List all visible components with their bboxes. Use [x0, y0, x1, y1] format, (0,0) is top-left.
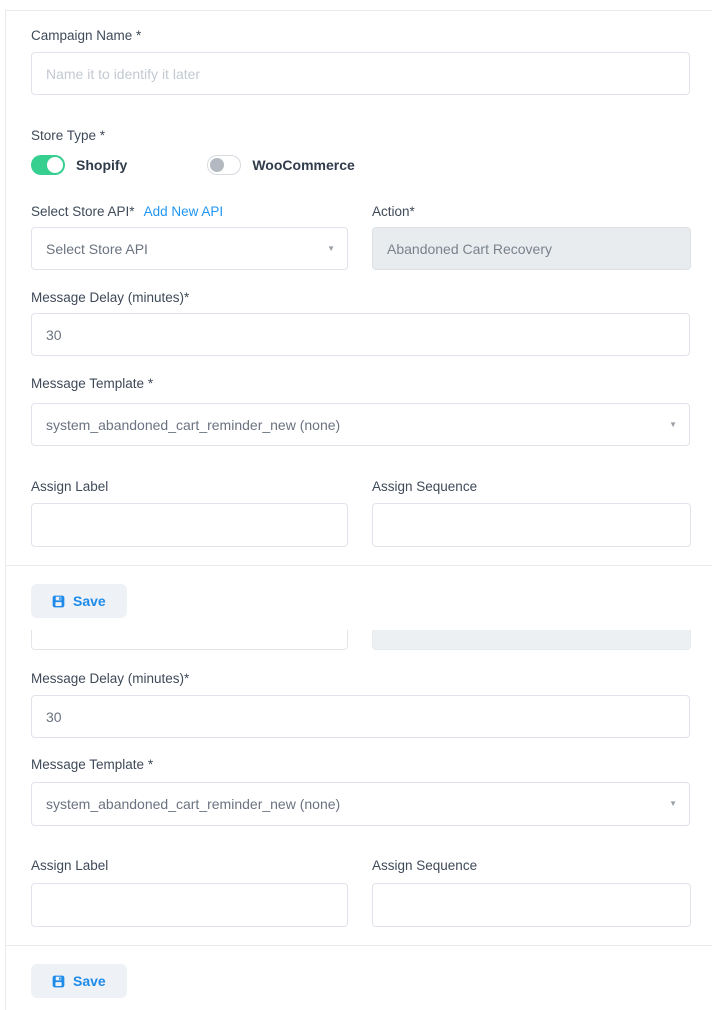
message-delay-field: Message Delay (minutes)*: [31, 290, 690, 356]
store-type-field: Store Type * Shopify WooCommerce: [31, 128, 690, 175]
message-template-label: Message Template *: [31, 376, 690, 392]
woocommerce-switch-icon[interactable]: [207, 155, 241, 175]
toggle-knob: [47, 157, 63, 173]
assign-label-field: Assign Label: [31, 479, 348, 547]
store-api-select-value: Select Store API: [46, 241, 148, 257]
message-template-select-value: system_abandoned_cart_reminder_new (none…: [46, 796, 340, 812]
form-footer-2: Save: [5, 945, 712, 1010]
message-delay-label: Message Delay (minutes)*: [31, 290, 690, 306]
message-template-field-2: Message Template * system_abandoned_cart…: [31, 757, 690, 826]
store-api-field: Select Store API* Add New API Select Sto…: [31, 204, 348, 270]
store-type-toggles: Shopify WooCommerce: [31, 155, 690, 175]
clipped-action-input: [372, 630, 691, 650]
store-api-select[interactable]: Select Store API ▼: [31, 227, 348, 270]
action-label: Action*: [372, 204, 691, 220]
message-delay-label: Message Delay (minutes)*: [31, 671, 690, 687]
clipped-store-api-select[interactable]: [31, 630, 348, 650]
assign-sequence-label: Assign Sequence: [372, 858, 691, 874]
add-new-api-link[interactable]: Add New API: [144, 204, 224, 219]
assign-label-input-2[interactable]: [31, 883, 348, 927]
assign-label-input[interactable]: [31, 503, 348, 547]
save-icon: [52, 975, 65, 988]
woocommerce-toggle-label: WooCommerce: [252, 157, 354, 173]
message-template-select-2[interactable]: system_abandoned_cart_reminder_new (none…: [31, 782, 690, 826]
action-input: [372, 227, 691, 270]
caret-down-icon: ▼: [669, 800, 677, 808]
assign-label-label: Assign Label: [31, 479, 348, 495]
message-template-select[interactable]: system_abandoned_cart_reminder_new (none…: [31, 403, 690, 446]
store-type-label: Store Type *: [31, 128, 690, 144]
store-api-label: Select Store API*: [31, 204, 135, 220]
store-api-action-row: Select Store API* Add New API Select Sto…: [31, 204, 690, 270]
toggle-knob: [210, 158, 224, 172]
message-delay-field-2: Message Delay (minutes)*: [31, 671, 690, 738]
message-template-label: Message Template *: [31, 757, 690, 773]
caret-down-icon: ▼: [327, 245, 335, 253]
assign-row: Assign Label Assign Sequence: [31, 479, 690, 547]
shopify-toggle-label: Shopify: [76, 157, 127, 173]
message-template-field: Message Template * system_abandoned_cart…: [31, 376, 690, 446]
save-button-label: Save: [73, 973, 106, 989]
caret-down-icon: ▼: [669, 421, 677, 429]
assign-sequence-input[interactable]: [372, 503, 691, 547]
assign-sequence-field: Assign Sequence: [372, 479, 691, 547]
form-footer: Save: [5, 565, 712, 630]
save-icon: [52, 595, 65, 608]
woocommerce-toggle[interactable]: WooCommerce: [207, 155, 354, 175]
save-button[interactable]: Save: [31, 584, 127, 618]
assign-sequence-label: Assign Sequence: [372, 479, 691, 495]
save-button-2[interactable]: Save: [31, 964, 127, 998]
save-button-label: Save: [73, 593, 106, 609]
campaign-name-field: Campaign Name *: [31, 28, 690, 95]
campaign-name-label: Campaign Name *: [31, 28, 690, 44]
assign-label-label: Assign Label: [31, 858, 348, 874]
assign-sequence-field-2: Assign Sequence: [372, 858, 691, 927]
message-delay-input[interactable]: [31, 313, 690, 356]
assign-label-field-2: Assign Label: [31, 858, 348, 927]
campaign-form-card: Campaign Name * Store Type * Shopify Woo…: [5, 10, 712, 1010]
shopify-toggle[interactable]: Shopify: [31, 155, 127, 175]
clipped-fields-row: [31, 630, 690, 650]
message-template-select-value: system_abandoned_cart_reminder_new (none…: [46, 417, 340, 433]
message-delay-input-2[interactable]: [31, 695, 690, 738]
assign-sequence-input-2[interactable]: [372, 883, 691, 927]
assign-row-2: Assign Label Assign Sequence: [31, 858, 690, 927]
campaign-name-input[interactable]: [31, 52, 690, 95]
action-field: Action*: [372, 204, 691, 270]
shopify-switch-icon[interactable]: [31, 155, 65, 175]
